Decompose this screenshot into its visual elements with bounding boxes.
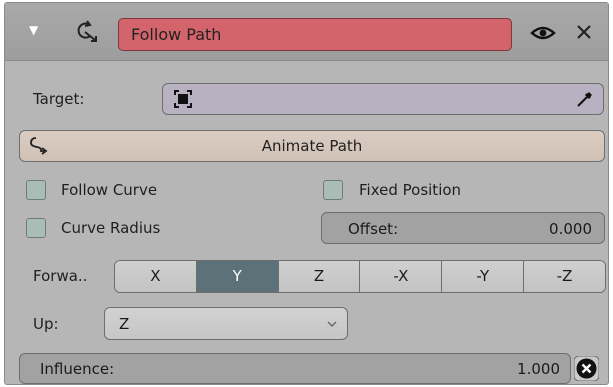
triangle-down-icon[interactable]: ▼: [29, 23, 43, 37]
animate-path-button[interactable]: Animate Path: [19, 130, 605, 162]
axis-z-button[interactable]: Z: [278, 261, 361, 292]
axis-neg-z-button[interactable]: -Z: [524, 261, 605, 292]
axis-x-button[interactable]: X: [115, 261, 197, 292]
axis-y-button[interactable]: Y: [196, 261, 279, 292]
constraint-name-field[interactable]: Follow Path: [118, 18, 512, 51]
eyedropper-icon[interactable]: [575, 89, 595, 109]
animate-path-icon: [30, 137, 48, 155]
constraint-header: ▼ Follow Path: [5, 3, 608, 61]
follow-path-constraint-icon: [77, 20, 97, 42]
offset-field[interactable]: Offset: 0.000: [321, 212, 605, 244]
axis-neg-x-button[interactable]: -X: [360, 261, 443, 292]
follow-path-constraint-panel: ▼ Follow Path Target: Animate Path Follo…: [4, 2, 609, 385]
follow-curve-label: Follow Curve: [61, 181, 158, 199]
up-axis-dropdown[interactable]: Z: [104, 307, 348, 340]
close-icon[interactable]: [574, 22, 594, 42]
fixed-position-checkbox[interactable]: [323, 180, 343, 200]
influence-field[interactable]: Influence: 1.000: [19, 353, 571, 384]
forward-axis-label: Forwa..: [33, 267, 88, 285]
curve-radius-checkbox[interactable]: [26, 218, 46, 238]
clear-influence-icon[interactable]: [574, 356, 599, 381]
forward-axis-selector: X Y Z -X -Y -Z: [114, 260, 606, 293]
up-axis-value: Z: [119, 315, 130, 333]
axis-neg-y-button[interactable]: -Y: [442, 261, 525, 292]
influence-value: 1.000: [517, 360, 560, 378]
influence-label: Influence:: [40, 360, 115, 378]
eye-icon[interactable]: [530, 23, 556, 43]
animate-path-label: Animate Path: [261, 137, 363, 155]
curve-radius-label: Curve Radius: [61, 219, 161, 237]
up-axis-label: Up:: [33, 315, 59, 333]
target-label: Target:: [33, 90, 85, 108]
object-icon: [174, 90, 192, 108]
offset-value: 0.000: [549, 220, 592, 238]
fixed-position-label: Fixed Position: [359, 181, 462, 199]
offset-label: Offset:: [348, 220, 399, 238]
target-field[interactable]: [162, 83, 604, 115]
chevron-down-icon: [327, 321, 337, 327]
follow-curve-checkbox[interactable]: [26, 180, 46, 200]
